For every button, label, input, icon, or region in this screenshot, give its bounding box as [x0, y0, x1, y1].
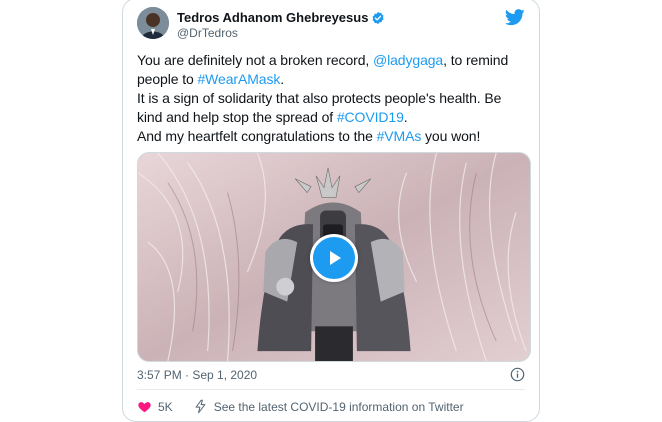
tweet-card: Tedros Adhanom Ghebreyesus @DrTedros You…	[122, 0, 540, 422]
tweet-actions: 5K See the latest COVID-19 information o…	[137, 399, 464, 414]
verified-badge-icon	[371, 11, 385, 25]
covid-info-link[interactable]: See the latest COVID-19 information on T…	[193, 399, 464, 414]
author-name[interactable]: Tedros Adhanom Ghebreyesus	[177, 10, 368, 25]
like-button[interactable]: 5K	[137, 399, 173, 414]
play-button[interactable]	[310, 234, 358, 282]
text-segment: .	[403, 109, 408, 125]
text-segment: .	[280, 71, 285, 87]
lightning-icon	[195, 399, 206, 414]
tweet-text: You are definitely not a broken record, …	[137, 51, 531, 146]
tweet-timestamp[interactable]: 3:57 PM · Sep 1, 2020	[137, 368, 257, 382]
play-icon	[330, 251, 341, 265]
tweet-line: And my heartfelt congratulations to the …	[137, 127, 531, 146]
tweet-line: kind and help stop the spread of #COVID1…	[137, 108, 531, 127]
covid-info-text[interactable]: See the latest COVID-19 information on T…	[214, 400, 464, 414]
hashtag-link[interactable]: #VMAs	[377, 128, 422, 144]
tweet-line: It is a sign of solidarity that also pro…	[137, 89, 531, 108]
heart-icon	[138, 402, 151, 413]
hashtag-link[interactable]: #WearAMask	[198, 71, 281, 87]
text-segment: , to remind	[443, 52, 509, 68]
hashtag-link[interactable]: #COVID19	[337, 109, 404, 125]
info-icon[interactable]	[510, 367, 525, 382]
text-segment: kind and help stop the spread of	[137, 109, 337, 125]
tweet-line: You are definitely not a broken record, …	[137, 51, 531, 70]
text-segment: people to	[137, 71, 198, 87]
video-media[interactable]	[137, 152, 531, 362]
text-segment: you won!	[421, 128, 481, 144]
text-segment: And my heartfelt congratulations to the	[137, 128, 377, 144]
avatar[interactable]	[137, 7, 169, 39]
text-segment: It is a sign of solidarity that also pro…	[137, 90, 502, 106]
divider	[137, 389, 525, 390]
tweet-line: people to #WearAMask.	[137, 70, 531, 89]
like-count: 5K	[158, 399, 173, 414]
twitter-bird-icon[interactable]	[504, 9, 525, 26]
author-handle[interactable]: @DrTedros	[177, 26, 238, 40]
mention-link[interactable]: @ladygaga	[373, 52, 443, 68]
author-name-row[interactable]: Tedros Adhanom Ghebreyesus	[177, 10, 385, 25]
text-segment: You are definitely not a broken record,	[137, 52, 373, 68]
